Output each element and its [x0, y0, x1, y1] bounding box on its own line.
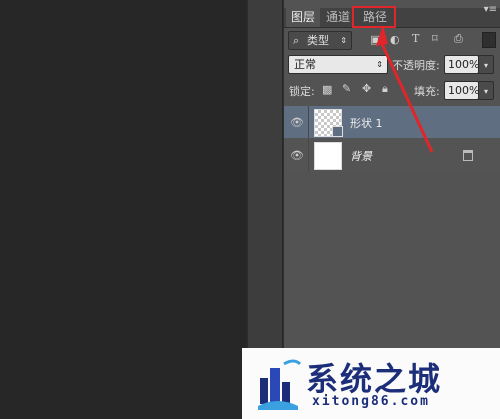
updown-icon: ⇕: [376, 60, 383, 69]
layer-filter-row: ⌕ 类型 ⇕ ▣ ◐ T ⌑ ⎙: [284, 30, 500, 50]
layer-row-background[interactable]: 👁︎ 背景: [284, 139, 500, 171]
tab-layers[interactable]: 图层: [286, 8, 321, 27]
layer-name: 背景: [350, 150, 372, 163]
layer-thumbnail: [314, 142, 342, 170]
shape-filter-icon[interactable]: ⌑: [432, 32, 438, 45]
chevron-down-icon: ▾: [483, 87, 488, 96]
fill-dropdown[interactable]: ▾: [478, 81, 494, 100]
fill-value: 100%: [448, 84, 480, 97]
lock-position-icon[interactable]: ✥: [362, 82, 371, 95]
watermark-url: xitong86.com: [312, 394, 430, 409]
search-icon: ⌕: [293, 34, 300, 47]
lock-all-icon[interactable]: 🔒︎: [382, 82, 388, 96]
tab-channels[interactable]: 通道: [321, 8, 355, 27]
layer-name: 形状 1: [350, 117, 383, 130]
filter-kind-label: 类型: [307, 34, 329, 47]
city-logo-icon: [258, 359, 302, 410]
adjustment-filter-icon[interactable]: ◐: [390, 33, 400, 46]
visibility-eye-icon[interactable]: 👁︎: [290, 149, 304, 162]
filter-toggle-icon[interactable]: [482, 32, 496, 48]
lock-fill-row: 锁定: ▩ ✎ ✥ 🔒︎ 填充: 100% ▾: [284, 80, 500, 100]
image-filter-icon[interactable]: ▣: [370, 33, 380, 46]
updown-icon: ⇕: [340, 36, 347, 45]
blend-mode-select[interactable]: 正常 ⇕: [288, 55, 388, 74]
opacity-label: 不透明度:: [392, 59, 440, 72]
divider: [308, 106, 309, 138]
opacity-value: 100%: [448, 58, 480, 71]
blend-opacity-row: 正常 ⇕ 不透明度: 100% ▾: [284, 54, 500, 74]
filter-kind-select[interactable]: ⌕ 类型 ⇕: [288, 31, 352, 50]
visibility-eye-icon[interactable]: 👁︎: [290, 116, 304, 129]
layer-lock-icon[interactable]: [463, 150, 473, 161]
type-filter-icon[interactable]: T: [412, 32, 419, 45]
blend-mode-value: 正常: [294, 58, 316, 71]
divider: [308, 139, 309, 171]
fill-input[interactable]: 100%: [444, 81, 479, 100]
chevron-down-icon: ▾: [483, 61, 488, 70]
lock-label: 锁定:: [289, 85, 315, 98]
document-canvas-area: [0, 0, 246, 419]
opacity-dropdown[interactable]: ▾: [478, 55, 494, 74]
paths-tab-highlight: [352, 6, 396, 28]
shape-layer-badge-icon: [332, 126, 343, 137]
smart-object-filter-icon[interactable]: ⎙: [454, 32, 463, 46]
lock-image-pixels-icon[interactable]: ✎: [342, 82, 351, 95]
fill-label: 填充:: [414, 85, 440, 98]
watermark-banner: 系统之城 xitong86.com: [242, 348, 500, 419]
layer-row-shape-1[interactable]: 👁︎ 形状 1: [284, 106, 500, 138]
lock-transparent-pixels-icon[interactable]: ▩: [322, 83, 332, 96]
layers-list: 👁︎ 形状 1 👁︎ 背景: [284, 106, 500, 172]
opacity-input[interactable]: 100%: [444, 55, 479, 74]
panel-menu-icon[interactable]: ▾≡: [484, 4, 497, 15]
